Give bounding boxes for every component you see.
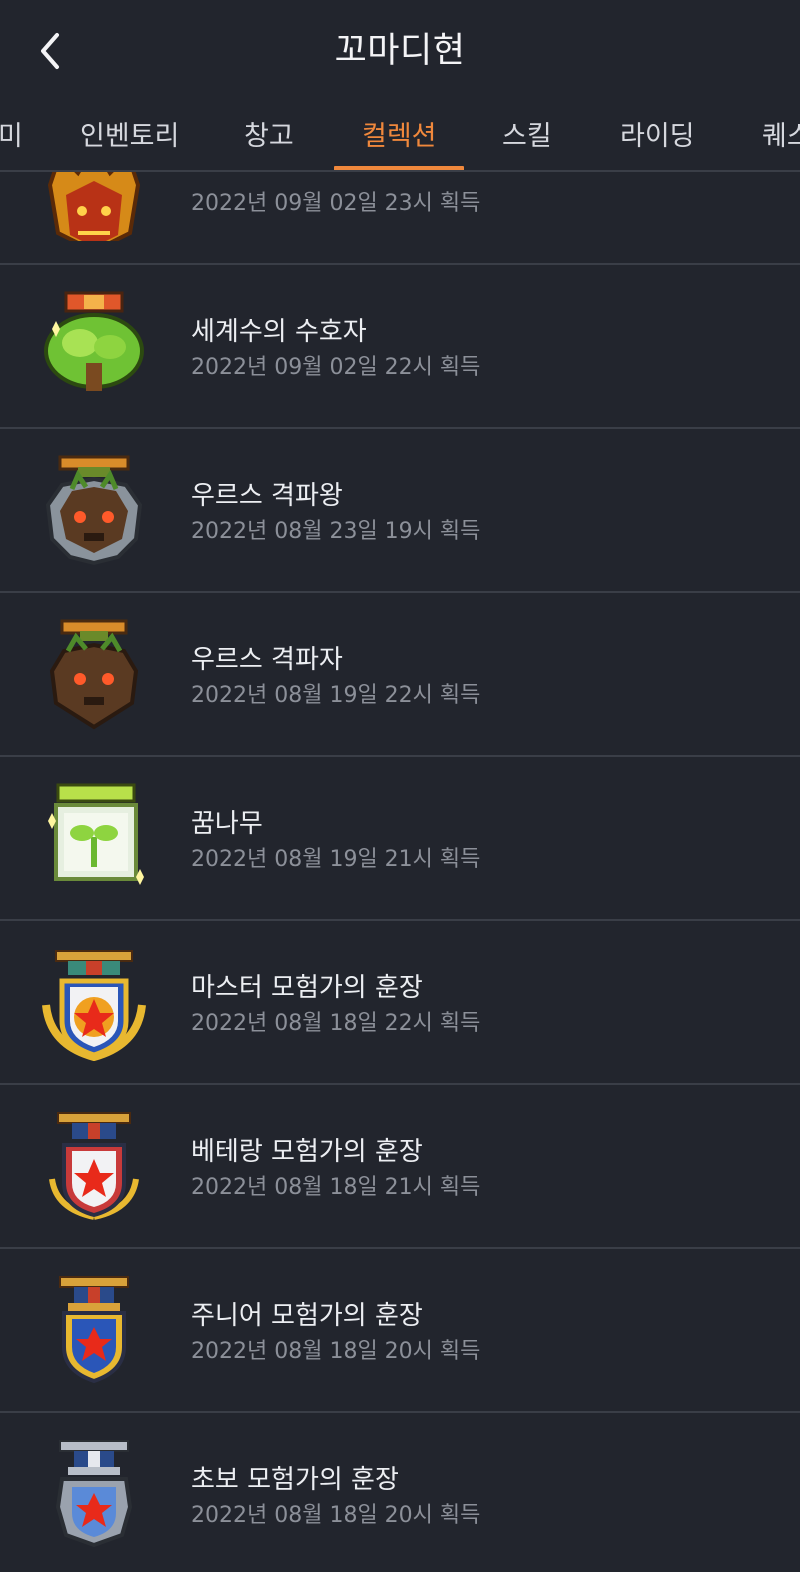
list-item[interactable]: 우르스 격파자 2022년 08월 19일 22시 획득 (0, 593, 800, 757)
item-date: 2022년 08월 18일 21시 획득 (191, 1175, 481, 1200)
item-date: 2022년 08월 19일 22시 획득 (191, 683, 481, 708)
item-name: 우르스 격파왕 (191, 481, 343, 511)
list-item[interactable]: 초보 모험가의 훈장 2022년 08월 18일 20시 획득 (0, 1413, 800, 1572)
item-name: 주니어 모험가의 훈장 (191, 1301, 423, 1331)
item-date: 2022년 08월 19일 21시 획득 (191, 847, 481, 872)
list-item[interactable]: 꿈나무 2022년 08월 19일 21시 획득 (0, 757, 800, 921)
list-item[interactable]: 주니어 모험가의 훈장 2022년 08월 18일 20시 획득 (0, 1249, 800, 1413)
junior-adventurer-medal-icon (38, 1273, 150, 1389)
list-item[interactable]: 마스터 모험가의 훈장 2022년 08월 18일 22시 획득 (0, 921, 800, 1085)
tab-inventory[interactable]: 인벤토리 (80, 114, 179, 170)
sprout-medal-icon (38, 781, 150, 897)
beginner-adventurer-medal-icon (38, 1437, 150, 1553)
master-adventurer-medal-icon (38, 945, 150, 1062)
urus-king-medal-icon (38, 453, 150, 569)
list-item[interactable]: 세계수의 수호자 2022년 09월 02일 22시 획득 (0, 265, 800, 429)
list-item[interactable]: 베테랑 모험가의 훈장 2022년 08월 18일 21시 획득 (0, 1085, 800, 1249)
tab-riding[interactable]: 라이딩 (620, 114, 695, 170)
item-name: 베테랑 모험가의 훈장 (191, 1137, 423, 1167)
page-title: 꼬마디현 (334, 31, 466, 71)
urus-medal-icon (38, 617, 150, 733)
list-item[interactable]: 우르스 격파왕 2022년 08월 23일 19시 획득 (0, 429, 800, 593)
tab-bar: 미 인벤토리 창고 컬렉션 스킬 라이딩 퀘스 (0, 100, 800, 172)
app-screen: 2022년 09월 02일 23시 획득 세계수의 수호자 2022년 09월 … (0, 0, 800, 1572)
item-date: 2022년 09월 02일 22시 획득 (191, 355, 481, 380)
active-tab-indicator (334, 166, 464, 170)
veteran-adventurer-medal-icon (38, 1109, 150, 1225)
tab-collection[interactable]: 컬렉션 (362, 114, 437, 170)
world-tree-medal-icon (38, 289, 150, 405)
item-name: 우르스 격파자 (191, 645, 343, 675)
top-app-bar: 꼬마디현 (0, 0, 800, 100)
item-date: 2022년 08월 18일 20시 획득 (191, 1503, 481, 1528)
item-name: 초보 모험가의 훈장 (191, 1465, 399, 1495)
tab-storage[interactable]: 창고 (244, 114, 294, 170)
item-name: 마스터 모험가의 훈장 (191, 973, 423, 1003)
tab-prev[interactable]: 미 (0, 114, 23, 170)
item-date: 2022년 09월 02일 23시 획득 (191, 191, 481, 216)
item-date: 2022년 08월 23일 19시 획득 (191, 519, 481, 544)
tab-quest[interactable]: 퀘스 (762, 114, 800, 170)
item-name: 꿈나무 (191, 809, 263, 839)
tab-skill[interactable]: 스킬 (502, 114, 552, 170)
item-date: 2022년 08월 18일 20시 획득 (191, 1339, 481, 1364)
item-name: 세계수의 수호자 (191, 317, 367, 347)
item-date: 2022년 08월 18일 22시 획득 (191, 1011, 481, 1036)
